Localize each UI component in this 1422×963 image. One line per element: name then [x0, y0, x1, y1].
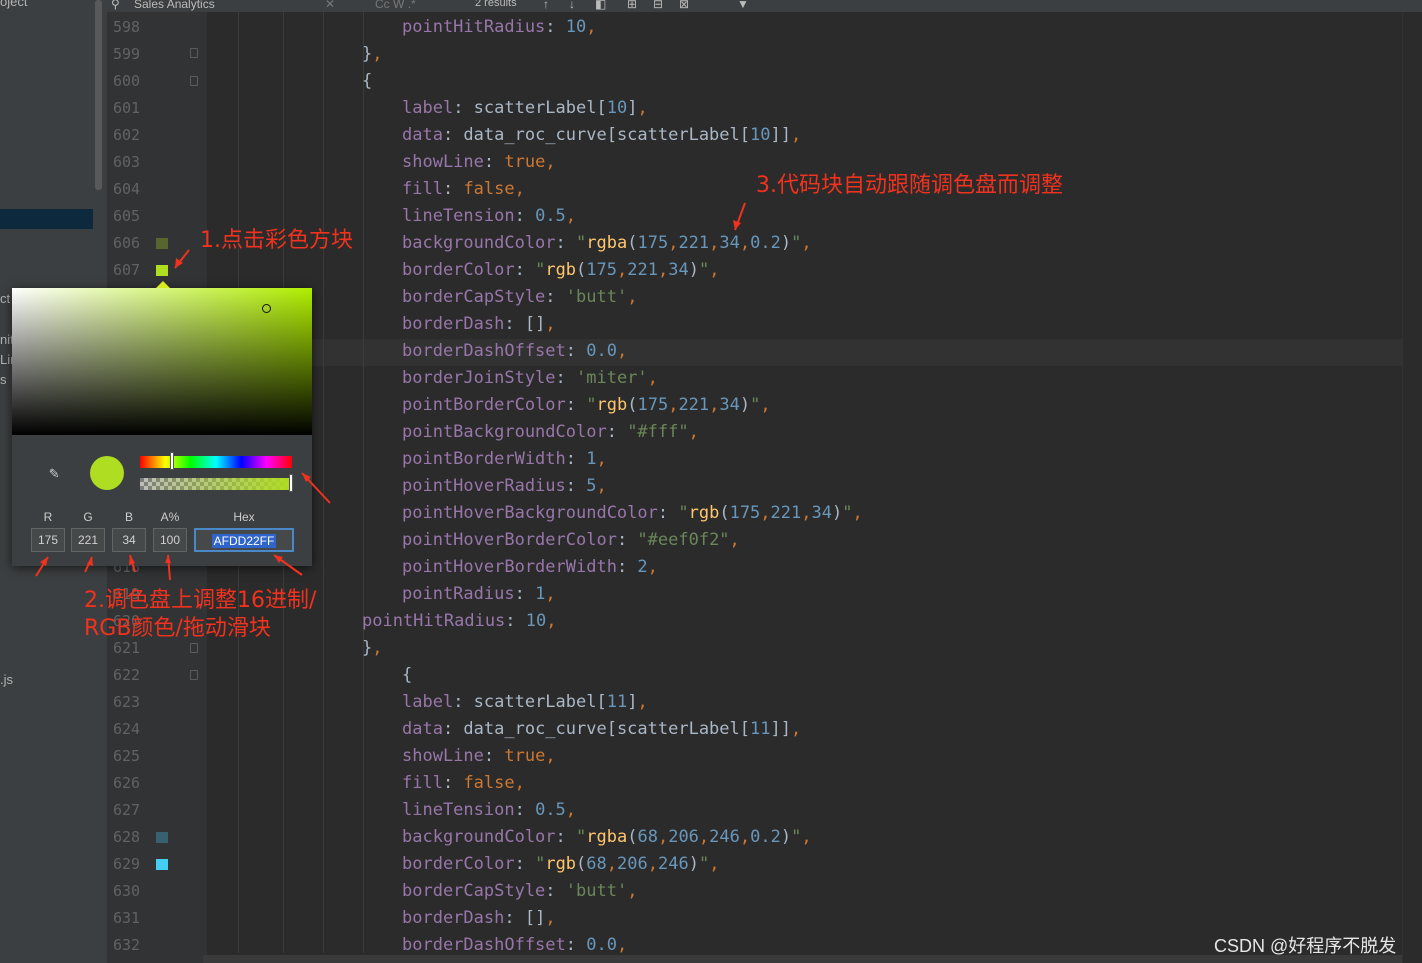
arrowhead-hex — [274, 555, 283, 563]
annotation-step3: 3.代码块自动跟随调色盘而调整 — [756, 173, 1063, 198]
arrowhead-r — [40, 557, 48, 566]
watermark: CSDN @好程序不脱发 — [1214, 936, 1397, 956]
arrowhead-step3 — [733, 220, 741, 230]
arrowhead-a — [165, 555, 171, 563]
arrowhead-b — [129, 555, 135, 565]
annotation-step1: 1.点击彩色方块 — [200, 228, 353, 253]
annotation-arrows — [35, 202, 746, 581]
annotation-step2-line2: RGB颜色/拖动滑块 — [84, 616, 271, 641]
